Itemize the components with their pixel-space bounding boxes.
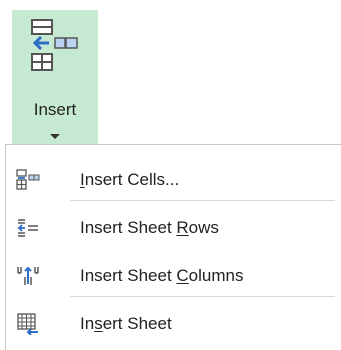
menu-border-top xyxy=(5,144,341,145)
menu-item-insert-sheet-columns[interactable]: Insert Sheet Columns xyxy=(6,254,341,298)
menu-divider xyxy=(70,296,335,297)
insert-columns-icon xyxy=(17,266,39,285)
insert-sheet-icon xyxy=(17,313,38,335)
insert-cells-icon xyxy=(16,169,40,190)
insert-dropdown-menu: Insert Cells... Insert Sheet Rows Insert… xyxy=(0,144,341,350)
dropdown-arrow-icon[interactable] xyxy=(50,134,60,139)
menu-divider xyxy=(70,200,335,201)
menu-item-insert-cells[interactable]: Insert Cells... xyxy=(6,158,341,202)
insert-rows-icon xyxy=(17,219,38,237)
menu-item-label: Insert Cells... xyxy=(80,170,180,189)
menu-item-label: Insert Sheet xyxy=(80,314,172,333)
menu-item-insert-sheet[interactable]: Insert Sheet xyxy=(6,302,341,346)
insert-cells-icon xyxy=(31,19,78,71)
menu-item-insert-sheet-rows[interactable]: Insert Sheet Rows xyxy=(6,206,341,250)
menu-item-label: Insert Sheet Rows xyxy=(80,218,219,237)
insert-label: Insert xyxy=(33,100,77,119)
insert-ribbon-button[interactable]: Insert xyxy=(12,10,98,144)
menu-item-label: Insert Sheet Columns xyxy=(80,266,244,285)
